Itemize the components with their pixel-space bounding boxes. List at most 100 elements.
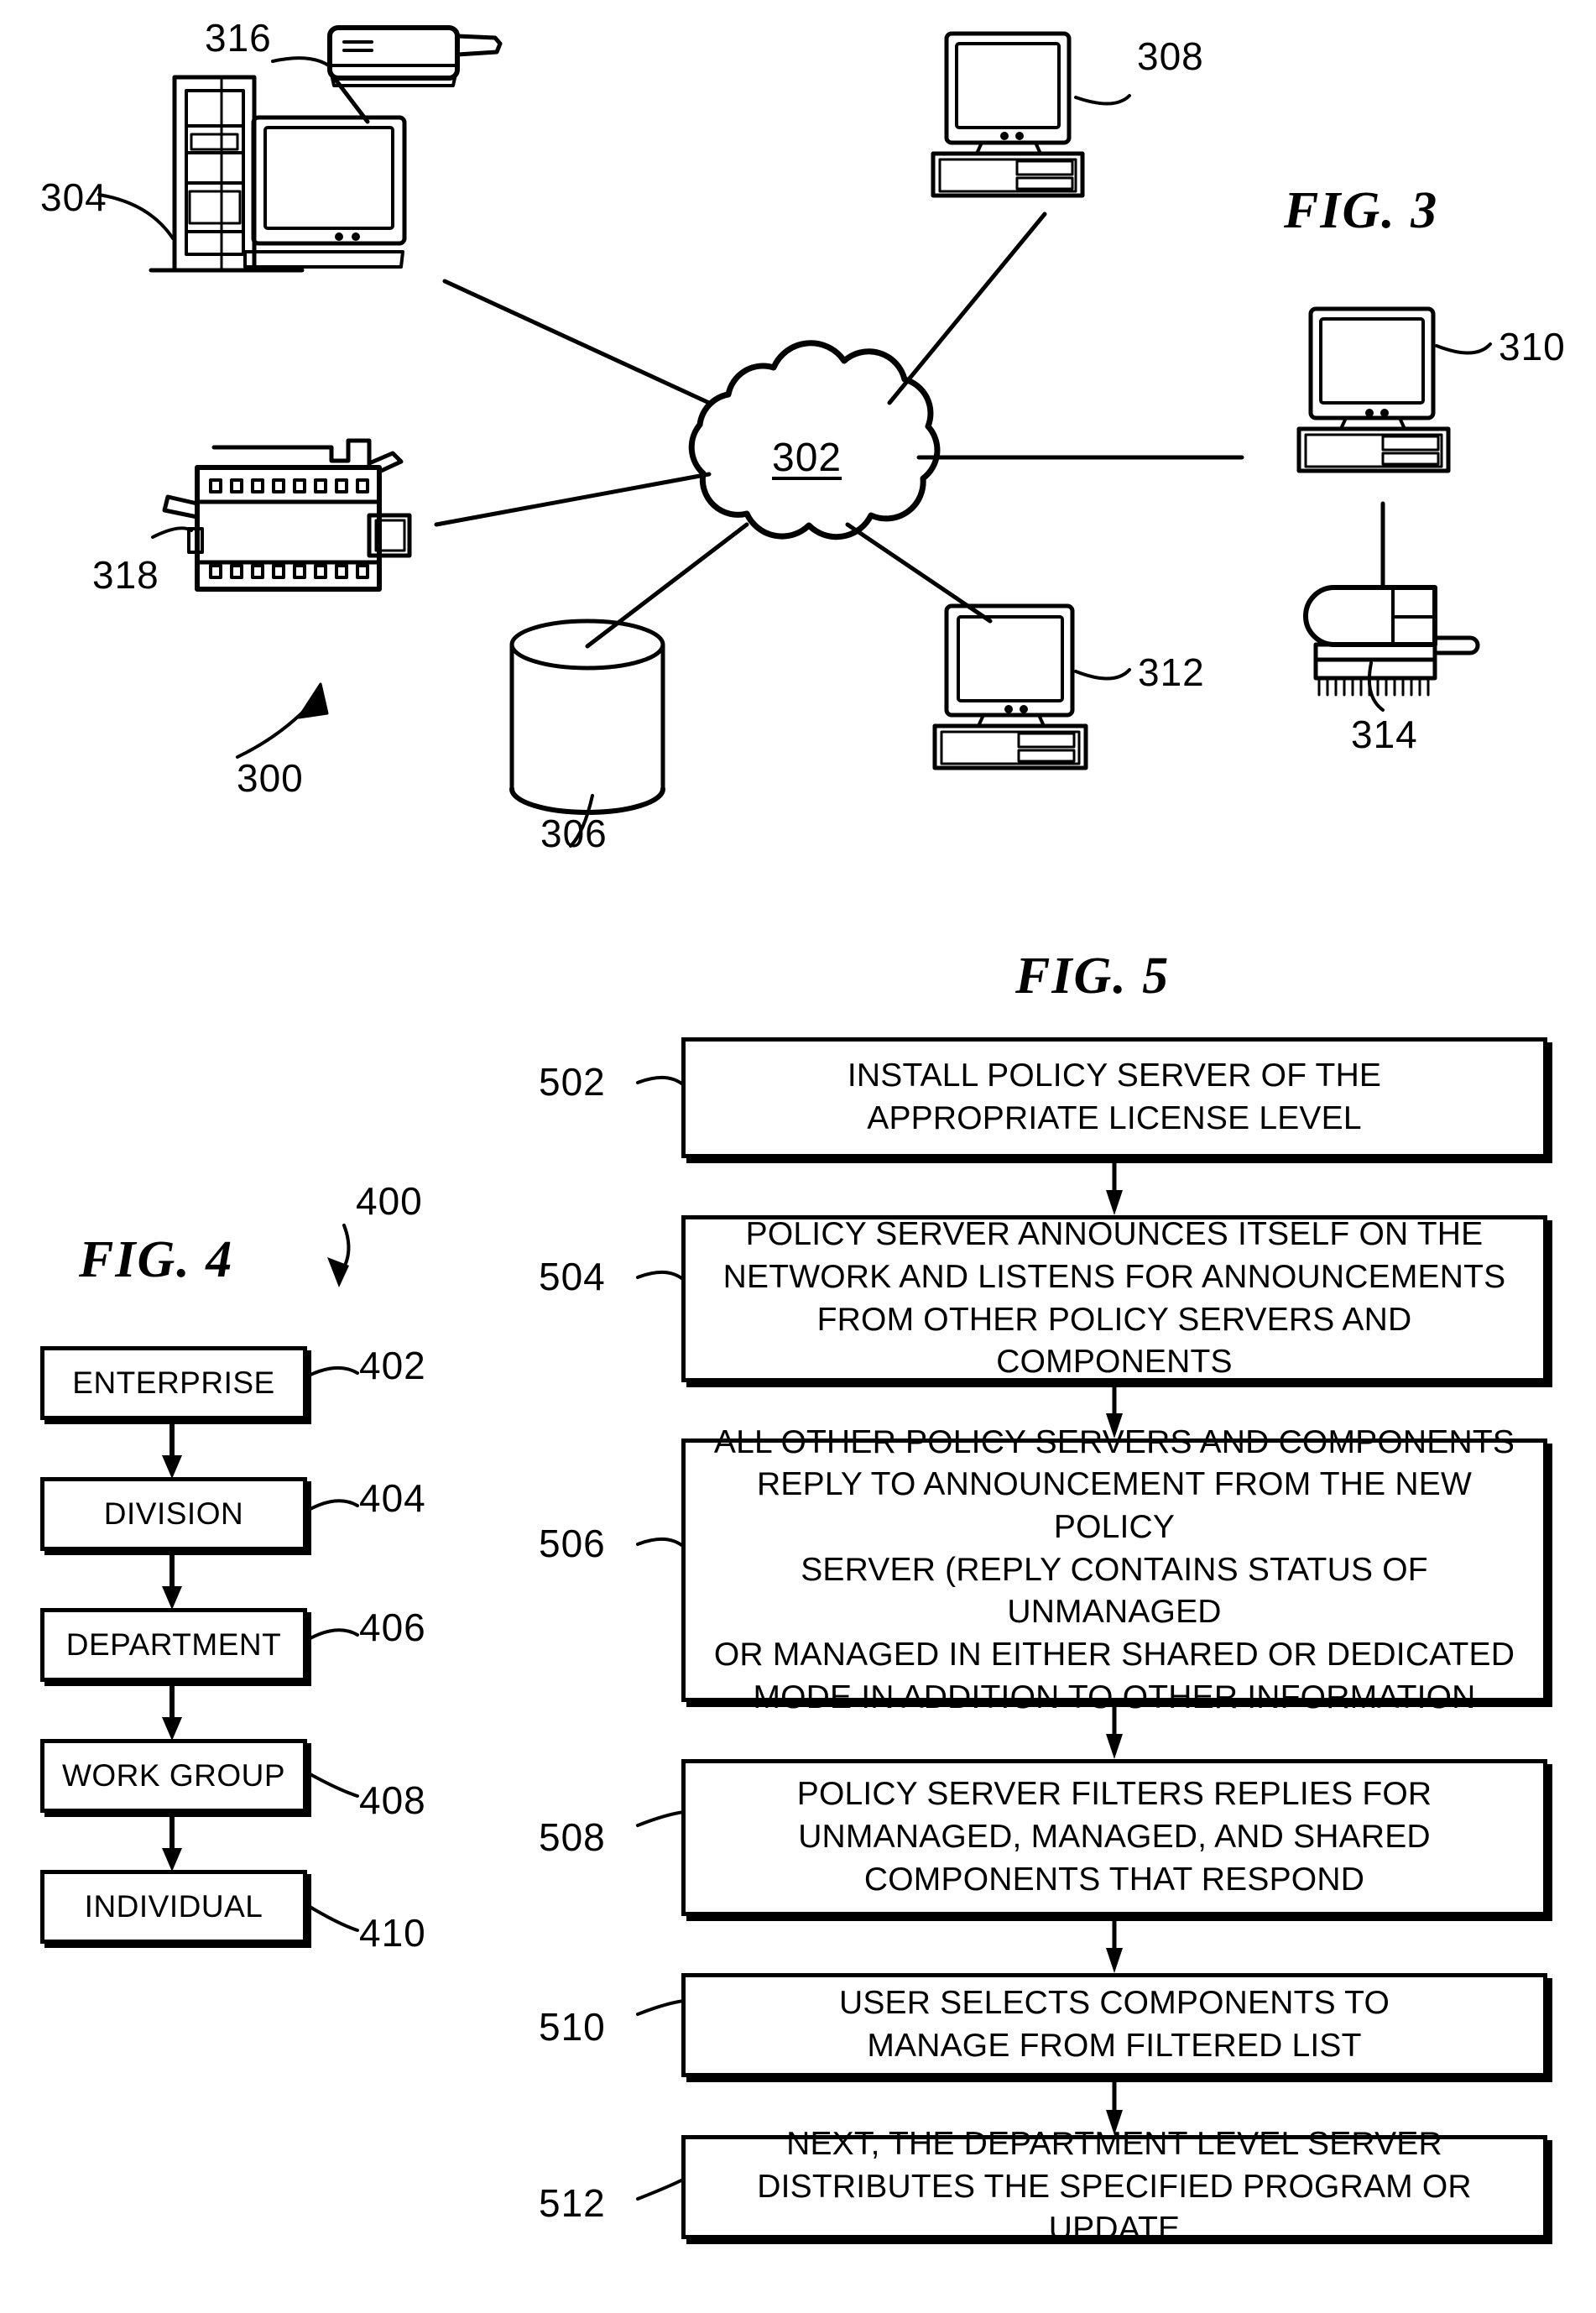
ref-label-314: 314 [1351,713,1418,756]
flow-step-line: COMPONENTS THAT RESPOND [863,1861,1365,1898]
flow-step-line: MODE IN ADDITION TO OTHER INFORMATION [753,1679,1476,1715]
ref-label-410: 410 [359,1911,426,1955]
copier-device-318 [162,438,412,592]
flow-step-line: REPLY TO ANNOUNCEMENT FROM THE NEW POLIC… [757,1466,1472,1545]
leader-508 [636,1810,686,1827]
hierarchy-level-label: ENTERPRISE [72,1365,275,1400]
ref-label-510: 510 [539,2005,606,2049]
leader-512 [636,2177,686,2201]
ref-label-318: 318 [92,553,159,597]
flow-step-line: MANAGE FROM FILTERED LIST [867,2028,1362,2064]
computer-monitor-304 [243,115,407,269]
leader-400 [336,1224,351,1279]
link-306-to-network [585,522,749,649]
ref-label-316: 316 [205,16,272,60]
ref-label-408: 408 [359,1778,426,1822]
hierarchy-level-label: WORK GROUP [61,1758,286,1793]
ref-label-402: 402 [359,1344,426,1387]
leader-510 [636,1999,686,2016]
flow-step-line: ALL OTHER POLICY SERVERS AND COMPONENTS [713,1423,1515,1460]
flow-step-line: NEXT, THE DEPARTMENT LEVEL SERVER [786,2125,1442,2162]
leader-402 [305,1365,359,1378]
flow-step-502[interactable]: INSTALL POLICY SERVER OF THE APPROPRIATE… [681,1037,1547,1158]
leader-314 [1367,661,1385,712]
computer-tower-304 [149,75,305,273]
leader-312 [1074,668,1131,681]
leader-408 [305,1771,359,1798]
flow-step-text: POLICY SERVER ANNOUNCES ITSELF ON THE NE… [701,1214,1528,1384]
ref-label-508: 508 [539,1815,606,1859]
leader-504 [636,1271,686,1282]
arrowhead-400 [327,1257,349,1287]
flow-step-line: UNMANAGED, MANAGED, AND SHARED [798,1819,1431,1856]
leader-410 [305,1903,359,1932]
flow-step-line: APPROPRIATE LICENSE LEVEL [867,1100,1362,1136]
ref-label-404: 404 [359,1476,426,1520]
flow-step-line: POLICY SERVER ANNOUNCES ITSELF ON THE [745,1216,1484,1253]
hierarchy-level-department[interactable]: DEPARTMENT [40,1608,307,1682]
fig5-title: FIG. 5 [1015,948,1171,1005]
flow-step-line: DISTRIBUTES THE SPECIFIED PROGRAM OR UPD… [757,2168,1472,2248]
flow-step-text: INSTALL POLICY SERVER OF THE APPROPRIATE… [848,1055,1381,1140]
flow-step-line: NETWORK AND LISTENS FOR ANNOUNCEMENTS [722,1258,1506,1295]
leader-300 [236,698,316,759]
hierarchy-level-label: INDIVIDUAL [84,1889,263,1924]
leader-310 [1435,342,1492,355]
ref-label-300: 300 [237,756,304,800]
leader-308 [1074,94,1131,106]
hierarchy-level-label: DIVISION [103,1496,244,1531]
leader-316 [271,56,331,68]
link-304-to-network [442,279,712,405]
fig3-title: FIG. 3 [1284,182,1439,239]
flow-step-line: POLICY SERVER FILTERS REPLIES FOR [796,1776,1432,1813]
flow-step-line: INSTALL POLICY SERVER OF THE [847,1057,1382,1094]
link-308-to-network [887,211,1047,405]
link-312-to-network [845,522,993,624]
leader-318 [151,526,193,539]
patent-drawing-sheet: FIG. 3 316 304 308 310 302 318 312 314 3… [0,0,1596,2313]
ref-label-302: 302 [772,436,842,480]
desktop-computer-312 [932,603,1088,770]
leader-404 [305,1499,359,1512]
leader-506 [636,1538,686,1549]
ref-label-304: 304 [40,175,107,219]
ref-label-504: 504 [539,1255,606,1298]
flow-step-line: SERVER (REPLY CONTAINS STATUS OF UNMANAG… [801,1551,1428,1631]
leader-406 [305,1628,359,1642]
ref-label-502: 502 [539,1060,606,1104]
hierarchy-level-work-group[interactable]: WORK GROUP [40,1739,307,1813]
flow-step-text: ALL OTHER POLICY SERVERS AND COMPONENTS … [701,1422,1528,1720]
ref-label-406: 406 [359,1606,426,1649]
leader-304 [97,193,175,240]
ref-label-306: 306 [540,812,608,855]
flow-step-line: FROM OTHER POLICY SERVERS AND COMPONENTS [816,1301,1412,1381]
flow-step-line: OR MANAGED IN EITHER SHARED OR DEDICATED [713,1637,1515,1673]
leader-502 [636,1076,686,1088]
link-316-to-304 [333,77,370,124]
ref-label-310: 310 [1499,325,1566,368]
desktop-computer-308 [931,31,1085,198]
flow-step-512[interactable]: NEXT, THE DEPARTMENT LEVEL SERVER DISTRI… [681,2126,1547,2247]
flow-step-508[interactable]: POLICY SERVER FILTERS REPLIES FOR UNMANA… [681,1759,1547,1916]
network-device-316 [327,25,503,87]
flow-step-506[interactable]: ALL OTHER POLICY SERVERS AND COMPONENTS … [681,1424,1547,1715]
hierarchy-level-individual[interactable]: INDIVIDUAL [40,1870,307,1944]
link-318-to-network [434,472,712,527]
flow-step-504[interactable]: POLICY SERVER ANNOUNCES ITSELF ON THE NE… [681,1215,1547,1382]
fig4-title: FIG. 4 [79,1231,234,1288]
flow-step-510[interactable]: USER SELECTS COMPONENTS TO MANAGE FROM F… [681,1973,1547,2077]
hierarchy-level-enterprise[interactable]: ENTERPRISE [40,1346,307,1420]
ref-label-312: 312 [1138,650,1205,694]
ref-label-512: 512 [539,2181,606,2225]
ref-label-400: 400 [356,1179,423,1223]
printer-314 [1303,585,1480,697]
ref-label-506: 506 [539,1522,606,1565]
flow-step-text: NEXT, THE DEPARTMENT LEVEL SERVER DISTRI… [701,2123,1528,2251]
flow-step-text: POLICY SERVER FILTERS REPLIES FOR UNMANA… [797,1773,1432,1901]
hierarchy-level-division[interactable]: DIVISION [40,1477,307,1551]
flow-step-text: USER SELECTS COMPONENTS TO MANAGE FROM F… [839,1982,1390,2067]
desktop-computer-310 [1296,306,1451,473]
storage-cylinder-306 [509,619,665,815]
hierarchy-level-label: DEPARTMENT [65,1627,282,1662]
flow-step-line: USER SELECTS COMPONENTS TO [838,1985,1390,2022]
